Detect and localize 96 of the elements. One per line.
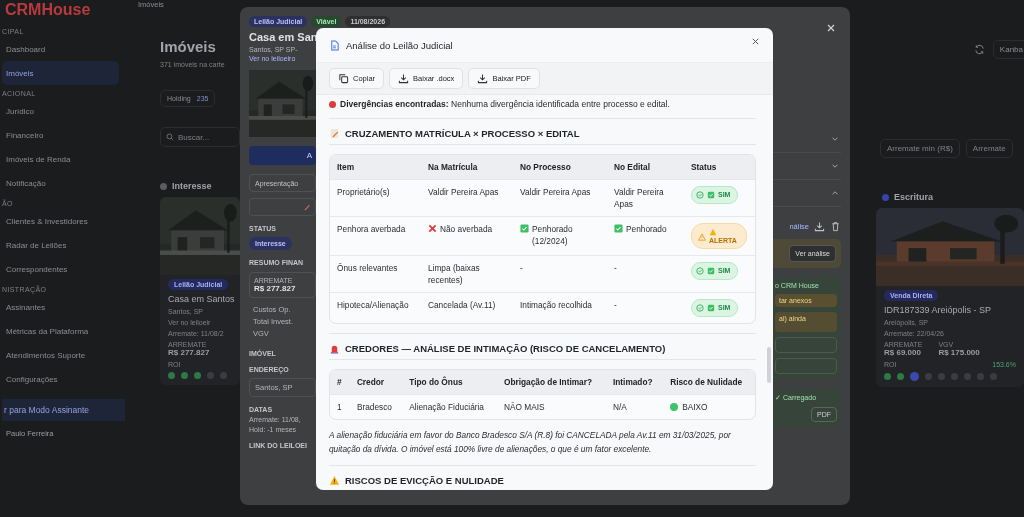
table-cell: Bradesco bbox=[356, 402, 392, 412]
sidebar-item[interactable]: Métricas da Plataforma bbox=[2, 319, 119, 343]
table-cell: BAIXO bbox=[682, 401, 708, 413]
table-cell: Limpa (baixas recentes) bbox=[428, 263, 480, 285]
checkbox-icon bbox=[614, 224, 623, 233]
sidebar-item[interactable]: Dashboard bbox=[2, 37, 119, 61]
chevron-up-icon[interactable] bbox=[831, 189, 839, 197]
section-title: RISCOS DE EVICÇÃO E NULIDADE bbox=[345, 475, 504, 486]
refresh-icon[interactable] bbox=[973, 44, 985, 55]
section-title: CRUZAMENTO MATRÍCULA × PROCESSO × EDITAL bbox=[345, 128, 580, 139]
chevron-down-icon[interactable] bbox=[831, 162, 839, 170]
column-title: Interesse bbox=[172, 181, 212, 191]
table-cell: Valdir Pereira Apas bbox=[428, 187, 499, 197]
copy-icon bbox=[338, 73, 349, 84]
download-icon bbox=[477, 73, 489, 84]
column-header: Item bbox=[330, 155, 421, 180]
document-icon bbox=[329, 39, 340, 51]
table-cell: Cancelada (Av.11) bbox=[428, 300, 496, 310]
table-cell: Não averbada bbox=[440, 223, 493, 235]
analysis-note: A alienação fiduciária em favor do Banco Bradesco S/A (R.8) foi CANCELADA pela Av.11 em 31/03/2025, por quitação da dívida. O imóvel está 100% livre de alienações, o que é um fator excelente. bbox=[329, 429, 732, 456]
filter-field[interactable]: Arremate min (R$) bbox=[880, 139, 960, 158]
checkbox-icon bbox=[707, 304, 715, 312]
download-icon bbox=[398, 73, 410, 84]
divergence-summary: Divergências encontradas: Nenhuma divergência identificada entre processo e edital. bbox=[340, 99, 670, 109]
search-icon bbox=[166, 133, 174, 141]
download-icon[interactable] bbox=[814, 220, 825, 232]
kanban-button[interactable]: Kanba bbox=[992, 40, 1024, 59]
table-cell: Hipoteca/Alienação bbox=[337, 300, 409, 310]
column-header: Na Matrícula bbox=[421, 155, 513, 180]
card-title: Casa em Santos bbox=[168, 294, 236, 304]
chevron-down-icon[interactable] bbox=[831, 135, 839, 143]
table-cell: - bbox=[614, 263, 617, 273]
page-title: Imóveis bbox=[160, 38, 217, 55]
column-header: No Processo bbox=[513, 155, 607, 180]
column-header: No Edital bbox=[607, 155, 684, 180]
sidebar-item[interactable]: Imóveis de Renda bbox=[2, 147, 119, 171]
sidebar-item[interactable]: Radar de Leilões bbox=[2, 233, 119, 257]
open-button[interactable]: A bbox=[249, 146, 316, 165]
warning-icon bbox=[709, 228, 717, 236]
sidebar-item[interactable]: Atendimentos Suporte bbox=[2, 343, 119, 367]
table-cell: - bbox=[614, 300, 617, 310]
table-cell: Alienação Fiduciária bbox=[409, 402, 484, 412]
column-title: Escritura bbox=[894, 192, 934, 202]
stat-value: R$ 175.000 bbox=[938, 348, 980, 357]
check-circle-icon bbox=[696, 191, 704, 199]
column-header: Credor bbox=[349, 370, 403, 395]
column-header: # bbox=[330, 370, 350, 395]
sidebar-item[interactable]: Correspondentes bbox=[2, 257, 119, 281]
warning-icon bbox=[698, 232, 706, 241]
sidebar-item[interactable]: Financeiro bbox=[2, 123, 119, 147]
table-cell: 1 bbox=[337, 402, 342, 412]
sidebar-item[interactable]: Clientes & Investidores bbox=[2, 209, 119, 233]
column-header: Obrigação de Intimar? bbox=[496, 370, 606, 395]
warning-icon bbox=[329, 475, 340, 486]
app-logo: CRMHouse bbox=[5, 1, 92, 19]
trash-icon[interactable] bbox=[830, 220, 841, 232]
table-cell: Penhora averbada bbox=[337, 224, 406, 234]
table-cell: NÃO MAIS bbox=[503, 402, 545, 412]
stat-value: R$ 277.827 bbox=[168, 348, 210, 357]
mode-switch-button[interactable]: r para Modo Assinante bbox=[2, 399, 125, 421]
close-icon[interactable] bbox=[751, 36, 760, 46]
table-cell-text: Penhorado (12/2024) bbox=[532, 223, 574, 247]
table-cell: Valdir Pereira Apas bbox=[520, 187, 591, 197]
checkbox-icon bbox=[707, 191, 715, 199]
document-slot bbox=[775, 337, 837, 353]
card-title: IDR187339 Areiópolis - SP bbox=[884, 305, 993, 315]
siren-icon bbox=[329, 343, 340, 354]
checkbox-icon bbox=[520, 224, 529, 233]
stat-value: R$ 277.827 bbox=[254, 284, 297, 293]
filter-field[interactable]: Arremate bbox=[965, 139, 1013, 158]
sidebar-item[interactable]: Assinantes bbox=[2, 295, 119, 319]
table-cell: Penhorado bbox=[626, 223, 667, 235]
cross-icon bbox=[428, 224, 437, 233]
table-cell: - bbox=[520, 263, 523, 273]
stat-value: R$ 69.000 bbox=[884, 348, 922, 357]
check-circle-icon bbox=[696, 304, 704, 312]
dialog-title: Análise do Leilão Judicial bbox=[346, 39, 453, 51]
table-cell: Valdir Pereira Apas bbox=[614, 187, 664, 209]
table-cell: Ônus relevantes bbox=[337, 263, 398, 273]
table-cell: Intimação recolhida bbox=[520, 300, 592, 310]
column-header: Tipo do Ônus bbox=[402, 370, 497, 395]
checkbox-icon bbox=[707, 267, 715, 275]
sidebar-item[interactable]: Configurações bbox=[2, 367, 119, 391]
table-cell: Proprietário(s) bbox=[337, 187, 390, 197]
column-header: Risco de Nulidade bbox=[663, 370, 755, 395]
document-slot bbox=[775, 358, 837, 374]
sidebar-item[interactable]: Notificação bbox=[2, 171, 119, 195]
column-header: Status bbox=[684, 155, 755, 180]
memo-icon bbox=[329, 128, 340, 139]
check-circle-icon bbox=[696, 267, 704, 275]
pencil-icon[interactable] bbox=[303, 203, 311, 211]
sidebar-item[interactable]: Imóveis bbox=[2, 61, 119, 85]
sidebar-item[interactable]: Jurídico bbox=[2, 99, 119, 123]
column-header: Intimado? bbox=[605, 370, 664, 395]
table-cell: N/A bbox=[612, 402, 627, 412]
section-title: CREDORES — ANÁLISE DE INTIMAÇÃO (RISCO DE CANCELAMENTO) bbox=[345, 343, 666, 354]
